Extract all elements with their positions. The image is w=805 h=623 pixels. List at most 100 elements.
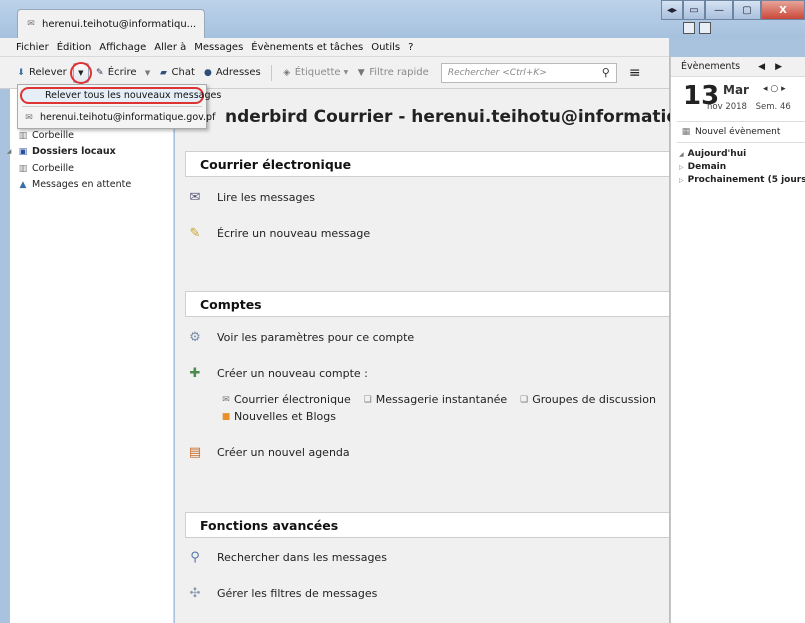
month-week: nov 2018 Sem. 46 <box>707 102 791 112</box>
chat-icon: ❏ <box>363 394 372 405</box>
next-icon[interactable]: ▶ <box>775 62 782 72</box>
minimize-button[interactable]: — <box>705 0 733 20</box>
ecrire-button[interactable]: ✎ Écrire <box>93 63 139 83</box>
day-nav: ◂ ○ ▸ <box>763 84 786 94</box>
calendar-icon[interactable] <box>683 22 695 34</box>
folder-corbeille-local[interactable]: ▥ Corbeille <box>18 163 74 174</box>
link-courrier-electronique[interactable]: ✉ Courrier électronique <box>221 393 351 406</box>
month-year: nov 2018 <box>707 102 747 112</box>
hamburger-menu-icon[interactable]: ≡ <box>629 65 641 81</box>
close-button[interactable]: X <box>761 0 805 20</box>
link-nouvelles-blogs[interactable]: ■ Nouvelles et Blogs <box>221 410 336 423</box>
maximize-button[interactable]: ▢ <box>733 0 761 20</box>
action-voir-parametres[interactable]: ⚙ Voir les paramètres pour ce compte <box>187 329 414 345</box>
new-event-button[interactable]: ▦ Nouvel évènement <box>677 121 805 143</box>
events-header: Évènements ◀ ▶ <box>671 57 805 77</box>
next-day-icon[interactable]: ▸ <box>781 84 786 94</box>
event-group-tomorrow[interactable]: ▷ Demain <box>679 162 726 172</box>
folder-label: Corbeille <box>32 163 74 174</box>
relever-label: Relever <box>29 67 67 78</box>
dropdown-separator <box>22 106 202 107</box>
link-groupes[interactable]: ❏ Groupes de discussion <box>519 393 656 406</box>
mail-tab[interactable]: ✉ herenui.teihotu@informatiqu... <box>17 9 205 38</box>
menu-aller[interactable]: Aller à <box>154 42 186 53</box>
newsgroup-icon: ❏ <box>520 394 529 405</box>
link-label: Messagerie instantanée <box>375 393 508 406</box>
compose-icon: ✎ <box>189 225 201 241</box>
menu-messages[interactable]: Messages <box>194 42 243 53</box>
today-icon[interactable]: ○ <box>770 84 778 94</box>
relever-button[interactable]: ⬇ Relever <box>14 63 69 83</box>
nav-toggle-button[interactable]: ◂▸ <box>661 0 683 20</box>
link-label: Courrier électronique <box>234 393 351 406</box>
menu-aide[interactable]: ? <box>408 42 413 53</box>
action-rechercher[interactable]: ⚲ Rechercher dans les messages <box>187 549 387 565</box>
title-bar: ✉ herenui.teihotu@informatiqu... ◂▸ ▭ — … <box>0 0 805 38</box>
events-title: Évènements <box>681 61 741 72</box>
folder-label: Messages en attente <box>32 179 132 190</box>
restore-button[interactable]: ▭ <box>683 0 705 20</box>
dropdown-highlight-circle <box>70 62 92 84</box>
action-nouveau-compte[interactable]: ✚ Créer un nouveau compte : <box>187 365 368 381</box>
folder-pane: ▥ Corbeille ◢ ▣ Dossiers locaux ▥ Corbei… <box>7 89 174 623</box>
chevron-down-icon[interactable]: ▼ <box>143 68 153 78</box>
link-messagerie[interactable]: ❏ Messagerie instantanée <box>363 393 507 406</box>
new-event-label: Nouvel évènement <box>695 127 781 137</box>
prev-day-icon[interactable]: ◂ <box>763 84 768 94</box>
group-label: Aujourd'hui <box>687 149 747 159</box>
menu-fichier[interactable]: Fichier <box>16 42 49 53</box>
calendar-icon: ▤ <box>188 444 202 460</box>
account-central-pane: nderbird Courrier - herenui.teihotu@info… <box>175 89 761 623</box>
envelope-icon: ✉ <box>27 19 35 29</box>
chat-icon: ▰ <box>160 67 167 78</box>
outbox-icon: ▲ <box>19 179 27 190</box>
event-group-today[interactable]: ◢ Aujourd'hui <box>679 149 746 159</box>
menu-affichage[interactable]: Affichage <box>99 42 146 53</box>
menu-relever-tous-label: Relever tous les nouveaux messages <box>45 90 222 101</box>
chat-button[interactable]: ▰ Chat <box>157 63 197 83</box>
envelope-icon: ✉ <box>222 394 230 405</box>
events-nav: ◀ ▶ <box>758 62 782 72</box>
read-messages-icon: ✉ <box>189 189 201 205</box>
menu-account-item[interactable]: ✉ herenui.teihotu@informatique.gov.pf <box>24 112 215 123</box>
trash-icon: ▥ <box>18 163 28 174</box>
search-icon: ⚲ <box>190 549 200 565</box>
filtre-button[interactable]: ▼ Filtre rapide <box>354 63 431 83</box>
menu-edition[interactable]: Édition <box>57 42 92 53</box>
menu-relever-tous[interactable]: Relever tous les nouveaux messages <box>45 90 221 101</box>
link-label: Groupes de discussion <box>532 393 656 406</box>
action-lire-messages[interactable]: ✉ Lire les messages <box>187 189 315 205</box>
folder-corbeille-account[interactable]: ▥ Corbeille <box>18 130 74 141</box>
menu-evenements[interactable]: Évènements et tâches <box>251 42 363 53</box>
action-label: Gérer les filtres de messages <box>217 586 378 600</box>
prev-icon[interactable]: ◀ <box>758 62 765 72</box>
trash-icon: ▥ <box>18 130 28 141</box>
menu-account-label: herenui.teihotu@informatique.gov.pf <box>40 112 216 123</box>
action-label: Rechercher dans les messages <box>217 550 387 564</box>
expand-triangle-icon: ▷ <box>679 163 684 171</box>
search-icon[interactable]: ⚲ <box>602 66 610 79</box>
menu-outils[interactable]: Outils <box>371 42 400 53</box>
adresses-label: Adresses <box>215 67 261 78</box>
search-placeholder: Rechercher <Ctrl+K> <box>447 67 547 78</box>
expand-triangle-icon: ◢ <box>679 150 684 158</box>
new-account-icon: ✚ <box>189 365 201 381</box>
adresses-button[interactable]: ● Adresses <box>201 63 263 83</box>
etiquette-button[interactable]: ◈ Étiquette ▼ <box>280 63 350 83</box>
search-input[interactable]: Rechercher <Ctrl+K> ⚲ <box>440 62 617 83</box>
tasks-icon[interactable] <box>699 22 711 34</box>
tray-icons <box>683 22 711 34</box>
action-filtres[interactable]: ✣ Gérer les filtres de messages <box>187 585 378 601</box>
action-nouvel-agenda[interactable]: ▤ Créer un nouvel agenda <box>187 444 350 460</box>
action-ecrire-message[interactable]: ✎ Écrire un nouveau message <box>187 225 371 241</box>
events-pane: Évènements ◀ ▶ 13 Mar ◂ ○ ▸ nov 2018 Sem… <box>670 57 805 623</box>
rss-icon: ■ <box>221 411 231 422</box>
section-avancees: Fonctions avancées <box>185 512 669 538</box>
folder-dossiers-locaux[interactable]: ◢ ▣ Dossiers locaux <box>4 146 116 157</box>
event-group-soon[interactable]: ▷ Prochainement (5 jours) <box>679 175 805 185</box>
window-controls: ◂▸ ▭ — ▢ X <box>661 0 805 20</box>
folder-messages-en-attente[interactable]: ▲ Messages en attente <box>18 179 132 190</box>
tag-icon: ◈ <box>283 67 291 78</box>
day-name: Mar <box>723 83 749 97</box>
chat-label: Chat <box>171 67 195 78</box>
